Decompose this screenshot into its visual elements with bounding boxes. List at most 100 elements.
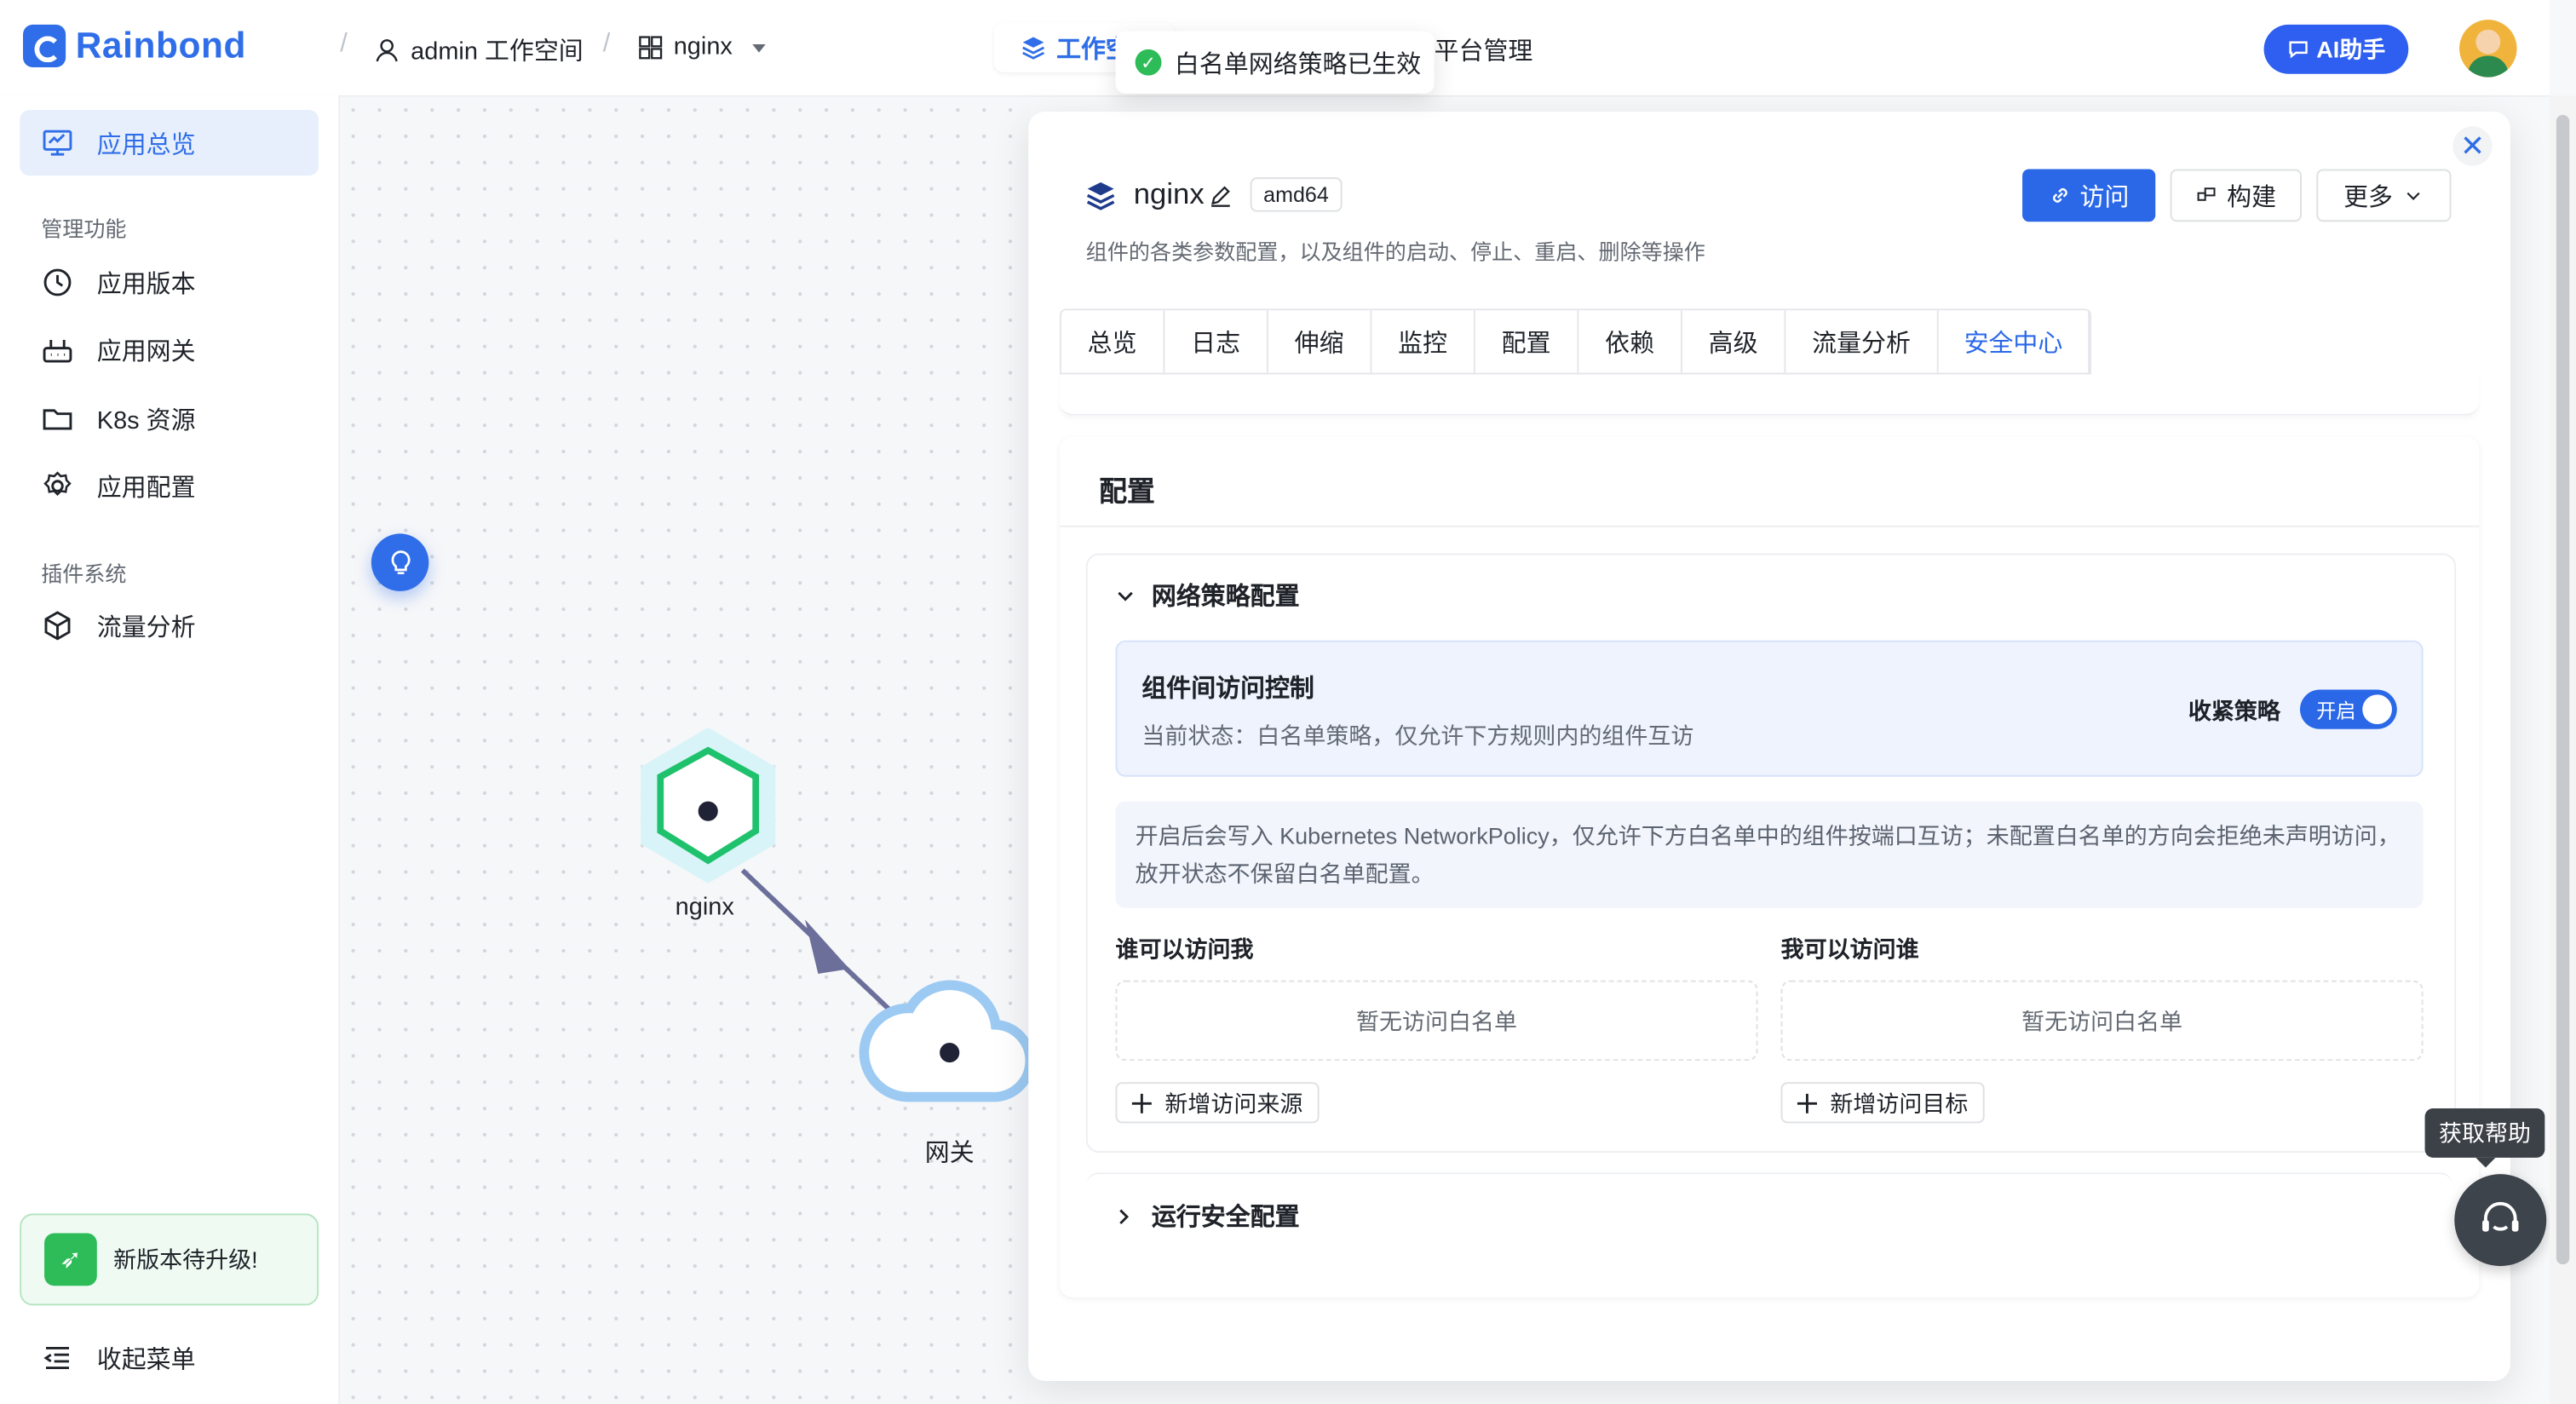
component-description: 组件的各类参数配置，以及组件的启动、停止、重启、删除等操作 <box>1085 239 1705 265</box>
breadcrumb-separator: / <box>340 29 348 58</box>
outbound-whitelist-empty: 暂无访问白名单 <box>1780 980 2424 1062</box>
access-control-title: 组件间访问控制 <box>1141 675 1314 703</box>
layers-icon <box>1022 37 1045 60</box>
logo-text: Rainbond <box>75 24 246 66</box>
rocket-icon: ➶ <box>44 1233 97 1286</box>
tab-platform-management[interactable]: 平台管理 <box>1435 33 1533 67</box>
visit-label: 访问 <box>2079 182 2130 211</box>
build-icon <box>2198 187 2217 201</box>
tab-traffic-analysis[interactable]: 流量分析 <box>1785 310 1939 373</box>
ai-assistant-button[interactable]: AI助手 <box>2263 24 2409 74</box>
tab-dependencies[interactable]: 依赖 <box>1578 310 1682 373</box>
headset-icon <box>2482 1201 2519 1232</box>
menu-fold-icon <box>43 1347 69 1370</box>
arch-tag: amd64 <box>1250 177 1343 212</box>
network-policy-title: 网络策略配置 <box>1151 583 1300 612</box>
breadcrumb-app-label: nginx <box>673 32 733 61</box>
access-control-status: 当前状态：白名单策略，仅允许下方规则内的组件互访 <box>1141 722 1694 749</box>
sidebar-item-versions[interactable]: 应用版本 <box>20 250 319 315</box>
plus-icon <box>1131 1092 1152 1113</box>
add-target-label: 新增访问目标 <box>1830 1089 1969 1116</box>
edge-arrow-icon <box>804 919 850 975</box>
component-tabs: 总览 日志 伸缩 监控 配置 依赖 高级 流量分析 安全中心 <box>1059 308 2092 375</box>
sidebar-item-label: 流量分析 <box>96 613 196 642</box>
network-policy-header[interactable]: 网络策略配置 <box>1115 578 1300 612</box>
tab-config[interactable]: 配置 <box>1475 310 1579 373</box>
sidebar-item-gateway[interactable]: 应用网关 <box>20 317 319 383</box>
grid-icon <box>639 35 663 59</box>
who-i-can-access-title: 我可以访问谁 <box>1780 935 1919 963</box>
section-title: 配置 <box>1099 475 1155 508</box>
lightbulb-icon[interactable] <box>371 533 429 591</box>
runtime-security-title: 运行安全配置 <box>1151 1203 1300 1232</box>
more-button[interactable]: 更多 <box>2316 169 2452 222</box>
tab-advanced[interactable]: 高级 <box>1682 310 1786 373</box>
add-access-source-button[interactable]: 新增访问来源 <box>1115 1082 1320 1124</box>
user-icon <box>376 39 398 62</box>
add-source-label: 新增访问来源 <box>1164 1089 1303 1116</box>
breadcrumb-app[interactable]: nginx <box>637 32 775 61</box>
chat-icon <box>2289 41 2308 59</box>
chevron-right-icon <box>1119 1208 1130 1224</box>
toast-message: 白名单网络策略已生效 <box>1174 49 1422 78</box>
user-avatar[interactable] <box>2459 20 2517 78</box>
tab-overview[interactable]: 总览 <box>1061 310 1165 373</box>
help-tooltip: 获取帮助 <box>2424 1108 2545 1168</box>
cube-icon <box>44 611 71 641</box>
switch-text: 开启 <box>2316 699 2356 722</box>
sidebar-item-label: 应用配置 <box>96 474 196 502</box>
monitor-icon <box>43 129 72 156</box>
folder-icon <box>43 409 72 430</box>
sidebar-item-overview[interactable]: 应用总览 <box>20 110 319 176</box>
component-name: nginx <box>1133 177 1205 210</box>
caret-down-icon[interactable] <box>742 34 775 60</box>
gateway-node-icon[interactable] <box>859 980 1035 1102</box>
sidebar-item-traffic-analysis[interactable]: 流量分析 <box>20 593 319 659</box>
sidebar-item-label: 应用总览 <box>96 130 196 159</box>
sidebar-item-label: 应用版本 <box>96 270 196 298</box>
node-label-gateway: 网关 <box>924 1139 975 1168</box>
breadcrumb-separator: / <box>602 29 611 58</box>
tab-scaling[interactable]: 伸缩 <box>1268 310 1372 373</box>
tab-security-center[interactable]: 安全中心 <box>1939 310 2090 373</box>
visit-button[interactable]: 访问 <box>2022 169 2156 222</box>
layers-icon <box>1086 181 1115 210</box>
router-icon <box>43 339 72 363</box>
sidebar-item-app-config[interactable]: 应用配置 <box>20 453 319 519</box>
strict-policy-switch[interactable]: 开启 <box>2299 689 2397 729</box>
rainbond-logo[interactable]: Rainbond <box>22 24 246 68</box>
collapse-menu-button[interactable]: 收起菜单 <box>20 1325 319 1390</box>
node-label-nginx: nginx <box>675 893 734 922</box>
who-can-access-me-title: 谁可以访问我 <box>1115 935 1254 963</box>
clock-icon <box>43 268 72 296</box>
more-label: 更多 <box>2343 182 2393 211</box>
close-icon[interactable]: ✕ <box>2452 126 2493 166</box>
ai-assistant-label: AI助手 <box>2316 36 2386 63</box>
build-label: 构建 <box>2227 182 2277 211</box>
success-toast: ✓ 白名单网络策略已生效 <box>1115 31 1435 94</box>
sidebar-section-manage: 管理功能 <box>41 216 127 242</box>
strict-policy-label: 收紧策略 <box>2188 698 2280 725</box>
plus-icon <box>1797 1092 1817 1113</box>
check-circle-icon: ✓ <box>1135 49 1162 76</box>
sidebar-item-label: 应用网关 <box>96 337 196 365</box>
chevron-down-icon <box>2406 192 2419 200</box>
tab-content-divider <box>1059 371 2480 416</box>
breadcrumb-workspace[interactable]: admin 工作空间 <box>373 33 584 67</box>
upgrade-banner[interactable]: ➶ 新版本待升级! <box>20 1213 319 1306</box>
sidebar-section-plugins: 插件系统 <box>41 561 127 587</box>
help-button[interactable] <box>2454 1174 2547 1267</box>
add-access-target-button[interactable]: 新增访问目标 <box>1780 1082 1985 1124</box>
tab-monitoring[interactable]: 监控 <box>1371 310 1475 373</box>
scrollbar-thumb[interactable] <box>2556 114 2570 1265</box>
upgrade-text: 新版本待升级! <box>113 1246 258 1273</box>
edit-icon[interactable] <box>1208 181 1234 208</box>
chevron-down-icon <box>1118 590 1133 601</box>
tab-logs[interactable]: 日志 <box>1164 310 1268 373</box>
rainbond-logo-icon <box>22 24 66 68</box>
breadcrumb-workspace-label: admin 工作空间 <box>411 37 584 66</box>
build-button[interactable]: 构建 <box>2170 169 2302 222</box>
sidebar-item-label: K8s 资源 <box>96 406 196 434</box>
sidebar-item-k8s-resources[interactable]: K8s 资源 <box>20 386 319 452</box>
runtime-security-header[interactable]: 运行安全配置 <box>1115 1199 1300 1233</box>
